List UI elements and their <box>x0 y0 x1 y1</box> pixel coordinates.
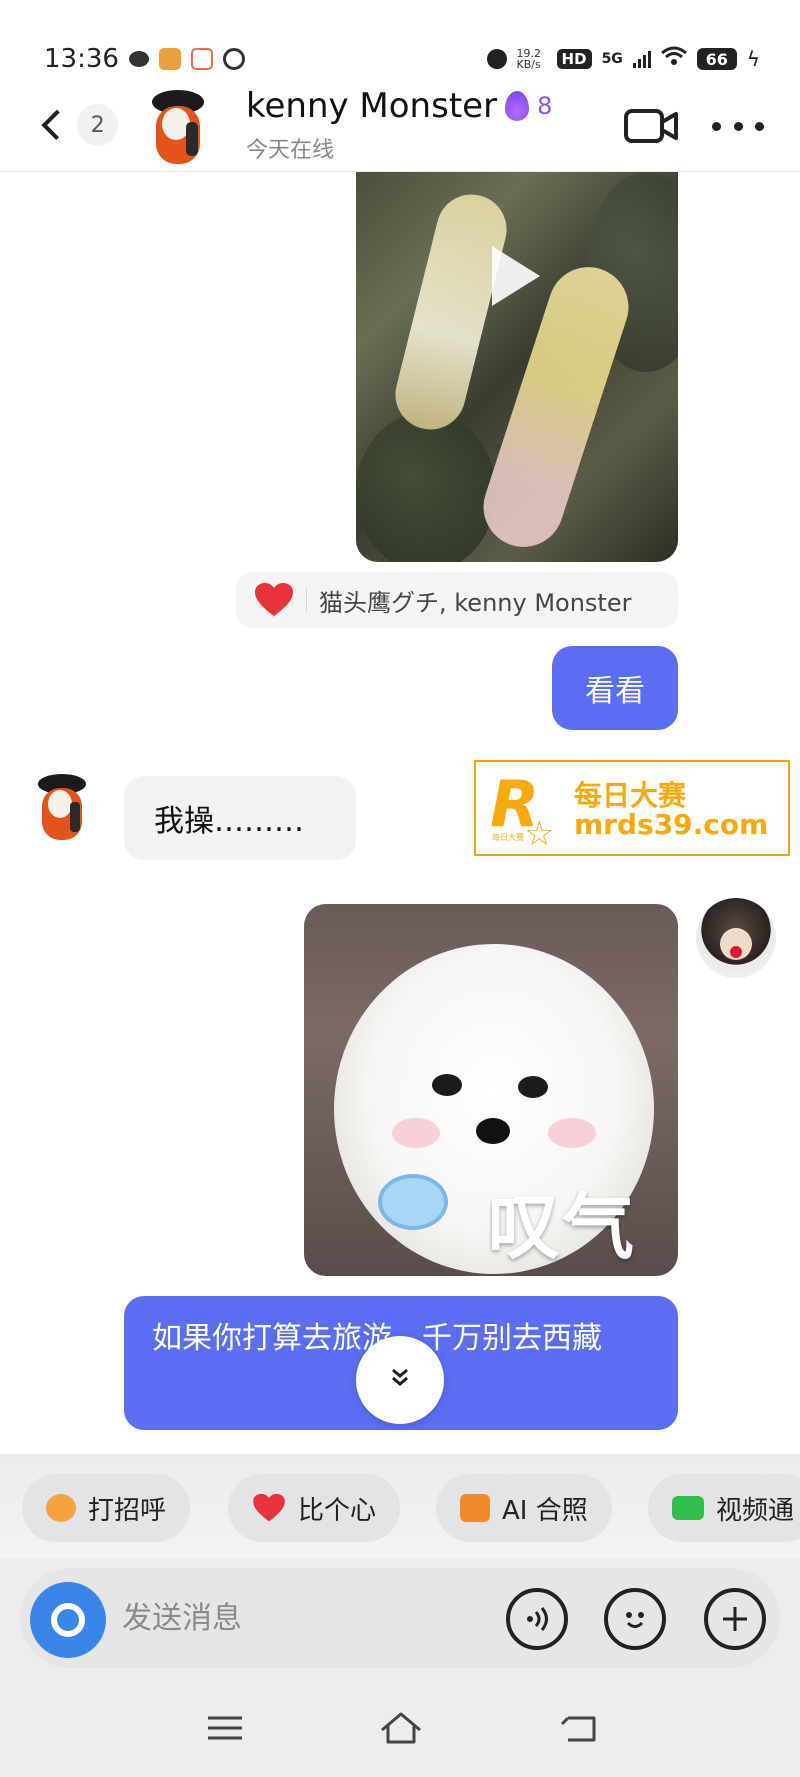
voice-button[interactable] <box>506 1588 568 1650</box>
contact-name: kenny Monster <box>246 86 498 126</box>
wifi-icon <box>660 46 687 72</box>
dot-icon <box>712 121 721 131</box>
divider <box>306 587 307 613</box>
message-text: 看看 <box>585 674 645 709</box>
dog-blush <box>548 1118 596 1148</box>
leaf-shape <box>388 187 514 437</box>
dot-icon <box>755 121 764 131</box>
watermark-logo: R ☆ 每日大赛 每日大赛 mrds39.com <box>474 760 790 856</box>
double-chevron-down-icon <box>387 1364 413 1397</box>
calendar-icon <box>190 48 213 70</box>
contact-name-row: kenny Monster 8 <box>246 86 552 126</box>
watermark-url: mrds39.com <box>574 808 769 841</box>
status-bar: 13:36 19.2 KB/s HD 5G 66 ϟ <box>0 0 800 90</box>
voice-wave-icon <box>527 1607 548 1631</box>
dog-eye <box>518 1076 548 1098</box>
dog-eye <box>432 1074 462 1096</box>
sent-message-bubble[interactable]: 看看 <box>552 646 678 730</box>
home-icon <box>381 1712 421 1744</box>
heart-reaction-icon <box>255 583 293 616</box>
chevron-left-icon <box>41 109 73 141</box>
wechat-icon <box>128 51 149 67</box>
add-button[interactable] <box>704 1588 766 1650</box>
quick-action-label: AI 合照 <box>502 1495 588 1526</box>
ai-photo-icon <box>460 1494 490 1522</box>
heart-icon <box>253 1493 285 1522</box>
alarm-icon <box>486 49 507 69</box>
reaction-bar[interactable]: 猫头鹰グチ, kenny Monster <box>236 572 678 628</box>
camera-icon <box>51 1603 85 1637</box>
chat-header: 2 kenny Monster 8 今天在线 <box>0 80 800 172</box>
status-time: 13:36 <box>44 44 119 74</box>
smiley-icon <box>626 1612 644 1628</box>
input-bar <box>20 1568 780 1668</box>
camera-button[interactable] <box>30 1582 106 1658</box>
system-nav-bar <box>0 1678 800 1777</box>
video-camera-icon <box>624 109 678 143</box>
more-options-button[interactable] <box>712 106 764 146</box>
quick-action-ai-photo[interactable]: AI 合照 <box>436 1474 612 1542</box>
contact-avatar[interactable] <box>142 86 214 166</box>
link-icon <box>222 48 245 70</box>
battery-level: 66 <box>696 48 737 70</box>
quick-action-wave[interactable]: 打招呼 <box>22 1474 191 1542</box>
status-right: 19.2 KB/s HD 5G 66 ϟ <box>486 46 760 72</box>
quick-actions-row: 打招呼 比个心 AI 合照 视频通 <box>0 1454 800 1558</box>
contact-avatar-small[interactable] <box>30 770 94 842</box>
scroll-to-bottom-button[interactable] <box>356 1336 444 1424</box>
received-message-bubble[interactable]: 我操……… <box>124 776 356 860</box>
home-nav-button[interactable] <box>376 1708 426 1748</box>
dog-nose <box>476 1118 510 1144</box>
star-icon: ☆ <box>524 814 555 854</box>
flame-streak-icon <box>505 91 530 121</box>
signal-label: 5G <box>601 51 623 67</box>
network-speed: 19.2 KB/s <box>516 47 542 71</box>
hd-badge: HD <box>556 49 592 69</box>
play-icon <box>492 246 540 306</box>
dot-icon <box>733 121 743 131</box>
unread-count-badge: 2 <box>77 104 118 146</box>
message-text: 我操……… <box>154 804 304 839</box>
quick-action-label: 比个心 <box>298 1495 377 1526</box>
quick-action-label: 视频通 <box>715 1495 794 1526</box>
video-message-thumbnail[interactable] <box>356 172 678 562</box>
sticker-image[interactable]: 叹气 <box>304 904 678 1276</box>
fern-shape <box>356 412 496 562</box>
online-status: 今天在线 <box>246 138 335 163</box>
video-icon <box>672 1496 704 1520</box>
menu-nav-button[interactable] <box>200 1708 250 1748</box>
plus-icon <box>723 1607 747 1631</box>
charging-icon: ϟ <box>746 47 760 71</box>
video-call-button[interactable] <box>624 106 678 146</box>
quick-action-heart[interactable]: 比个心 <box>228 1474 401 1542</box>
sticker-caption: 叹气 <box>488 1185 637 1269</box>
message-input[interactable] <box>122 1596 422 1640</box>
emoji-button[interactable] <box>604 1588 666 1650</box>
return-icon <box>560 1716 596 1742</box>
my-avatar[interactable] <box>696 898 776 978</box>
watermark-small-text: 每日大赛 <box>492 833 524 842</box>
wave-icon <box>46 1494 76 1522</box>
signal-bars-icon <box>632 50 651 68</box>
dog-blush <box>392 1118 440 1148</box>
streak-count: 8 <box>537 92 553 120</box>
sigh-puff-icon <box>378 1174 448 1230</box>
app-notification-icon <box>158 48 181 70</box>
back-nav-button[interactable] <box>556 1708 606 1748</box>
reaction-names: 猫头鹰グチ, kenny Monster <box>319 588 632 617</box>
message-input-area <box>0 1558 800 1678</box>
menu-icon <box>208 1716 242 1740</box>
back-button[interactable]: 2 <box>38 102 118 148</box>
quick-action-video[interactable]: 视频通 <box>648 1474 800 1542</box>
avatar-detail <box>730 946 742 958</box>
status-left: 13:36 <box>44 44 245 74</box>
quick-action-label: 打招呼 <box>88 1495 167 1526</box>
